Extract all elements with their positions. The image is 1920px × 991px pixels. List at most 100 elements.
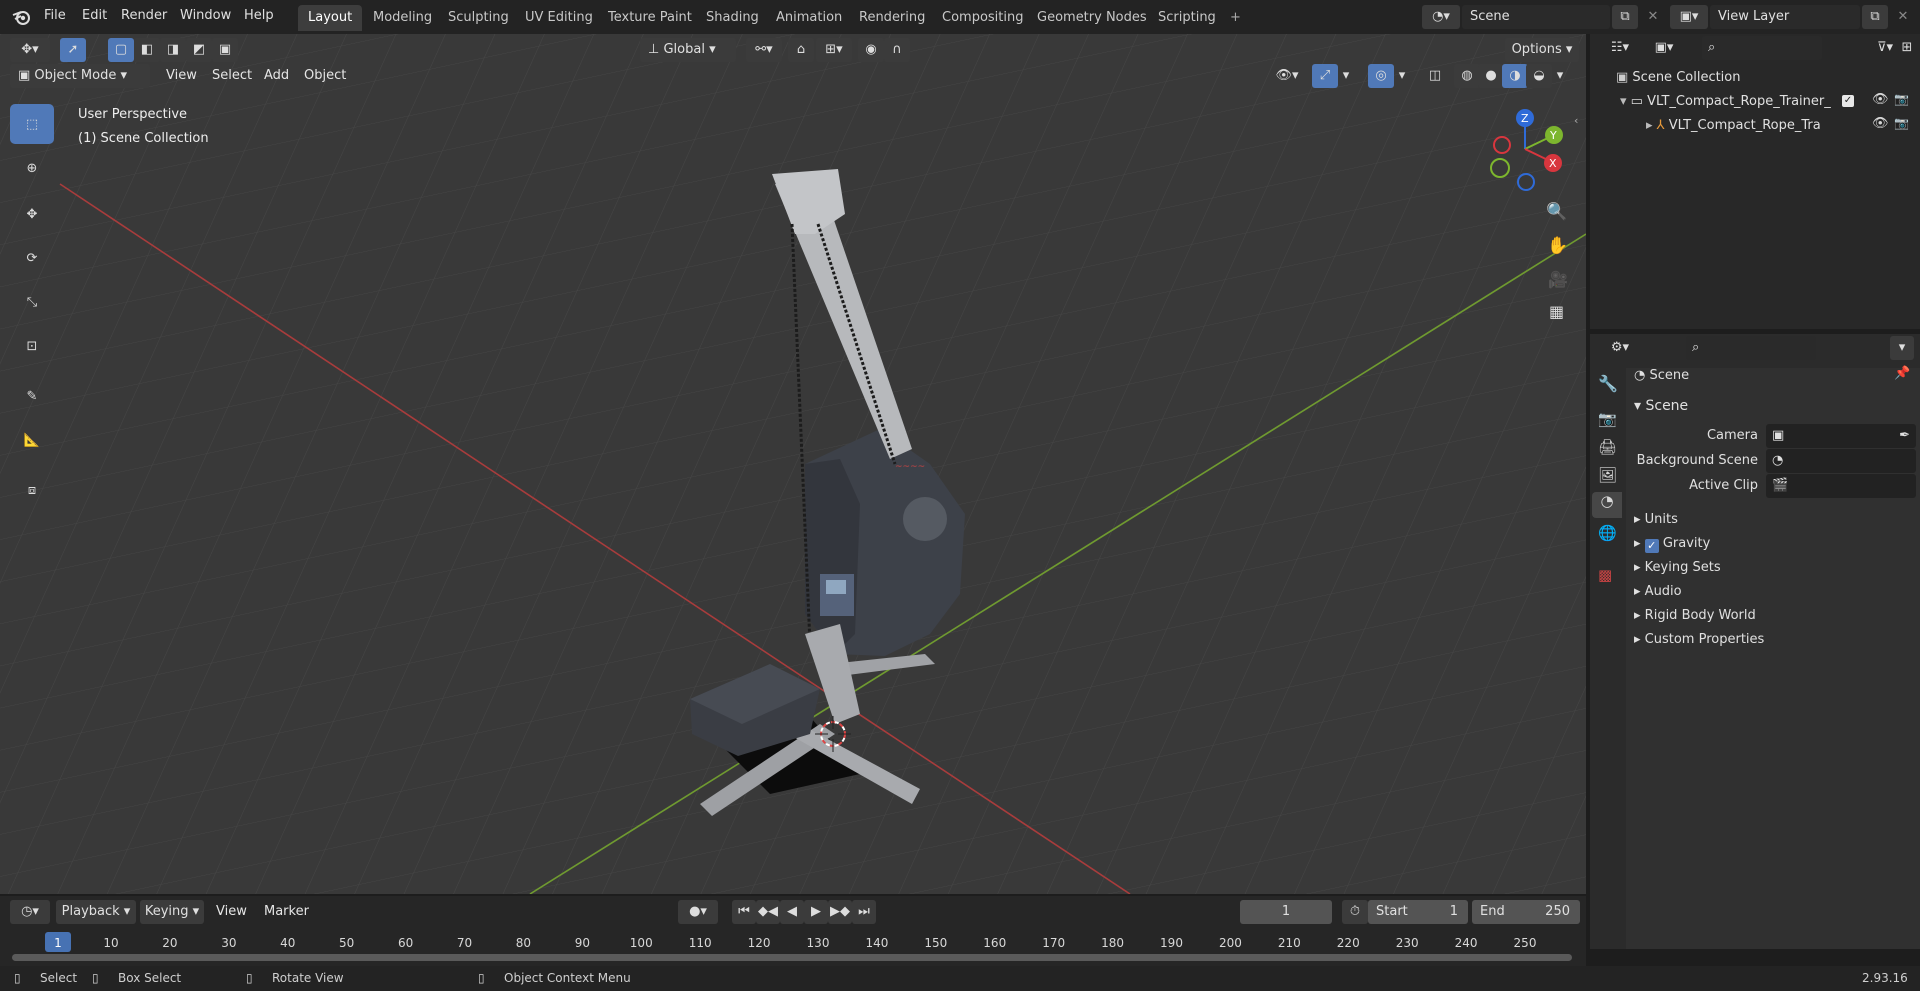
play-reverse-icon[interactable]: ◀ [780,900,804,924]
tool-transform[interactable]: ⊡ [10,326,54,366]
menu-add[interactable]: Add [256,64,297,88]
tab-layout[interactable]: Layout [298,5,363,31]
tab-texture[interactable]: ▩ [1598,566,1612,584]
box-select-new-icon[interactable]: ▢ [108,38,134,62]
panel-scene-header[interactable]: ▾ Scene [1634,394,1914,418]
panel-custom-properties[interactable]: ▸ Custom Properties [1634,628,1914,652]
pin-icon[interactable]: 📌 [1894,366,1910,381]
background-scene-field[interactable]: ◔ [1766,449,1916,473]
add-workspace-button[interactable]: + [1220,5,1251,31]
xray-toggle-icon[interactable]: ◫ [1422,64,1448,88]
outliner-item-object[interactable]: ▸ ⅄ VLT_Compact_Rope_Tra [1646,114,1866,138]
eyedropper-icon[interactable]: ✒ [1899,424,1910,448]
pivot-point-icon[interactable]: ⚯▾ [746,38,782,62]
exclude-checkbox[interactable]: ✓ [1842,95,1854,107]
camera-view-icon[interactable]: 🎥 [1548,270,1568,289]
tool-select-box[interactable]: ⬚ [10,104,54,144]
box-select-intersect-icon[interactable]: ▣ [212,38,238,62]
tab-animation[interactable]: Animation [766,5,852,31]
menu-help[interactable]: Help [244,0,274,34]
expand-arrow-icon[interactable]: ▾ [1620,94,1631,109]
tool-rotate[interactable]: ⟳ [10,238,54,278]
timeline-scrollbar[interactable] [12,954,1572,961]
menu-window[interactable]: Window [180,0,231,34]
menu-file[interactable]: File [44,0,66,34]
camera-field[interactable]: ▣ ✒ [1766,424,1916,448]
tab-scripting[interactable]: Scripting [1148,5,1226,31]
tab-compositing[interactable]: Compositing [932,5,1034,31]
ortho-toggle-icon[interactable]: ▦ [1549,302,1564,321]
shading-material-icon[interactable]: ◑ [1502,64,1528,88]
tab-sculpting[interactable]: Sculpting [438,5,519,31]
collection-visibility-icon[interactable]: 👁 [1872,92,1889,107]
transform-orientation-dropdown[interactable]: ⊥ Global ▾ [640,38,736,62]
view-layer-type-icon[interactable]: ▣▾ [1670,5,1708,29]
tab-world[interactable]: 🌐 [1598,524,1617,542]
box-select-extend-icon[interactable]: ◧ [134,38,160,62]
play-icon[interactable]: ▶ [804,900,828,924]
gizmo-dropdown-icon[interactable]: ▾ [1338,64,1354,88]
scene-copy-icon[interactable]: ⧉ [1612,5,1638,29]
menu-select[interactable]: Select [204,64,260,88]
object-render-icon[interactable]: 📷 [1894,116,1909,130]
tool-cursor[interactable]: ⊕ [10,148,54,188]
blender-logo-icon[interactable] [12,8,32,26]
start-frame-field[interactable]: Start 1 [1368,900,1468,924]
collection-render-icon[interactable]: 📷 [1894,92,1909,106]
active-clip-field[interactable]: 🎬 [1766,474,1916,498]
tool-move[interactable]: ✥ [10,194,54,234]
auto-key-icon[interactable]: ●▾ [678,900,718,924]
props-editor-type-icon[interactable]: ⚙▾ [1602,336,1638,360]
box-select-subtract-icon[interactable]: ◨ [160,38,186,62]
panel-rigid-body-world[interactable]: ▸ Rigid Body World [1634,604,1914,628]
menu-edit[interactable]: Edit [82,0,107,34]
proportional-falloff-icon[interactable]: ∩ [884,38,910,62]
timeline-marker-menu[interactable]: Marker [256,900,317,924]
editor-type-icon[interactable]: ✥▾ [10,38,50,62]
tab-uv-editing[interactable]: UV Editing [515,5,603,31]
view-layer-close-icon[interactable]: ✕ [1890,5,1916,29]
props-search-input[interactable]: ⌕ [1686,336,1816,360]
next-keyframe-icon[interactable]: ▶◆ [828,900,852,924]
view-layer-copy-icon[interactable]: ⧉ [1862,5,1888,29]
visibility-icon[interactable]: 👁▾ [1268,64,1306,88]
overlay-toggle-icon[interactable]: ◎ [1368,64,1394,88]
end-frame-field[interactable]: End 250 [1472,900,1580,924]
shading-dropdown-icon[interactable]: ▾ [1552,64,1568,88]
object-visibility-icon[interactable]: 👁 [1872,116,1889,131]
select-mode-icon[interactable]: ➚ [60,38,86,62]
playback-menu[interactable]: Playback ▾ [56,900,136,924]
menu-object[interactable]: Object [296,64,354,88]
scene-close-icon[interactable]: ✕ [1640,5,1666,29]
panel-keying-sets[interactable]: ▸ Keying Sets [1634,556,1914,580]
current-frame-field[interactable]: 1 [1240,900,1332,924]
3d-viewport[interactable]: ~~~~ ✥▾ ➚ ▢ ◧ ◨ ◩ ▣ ⊥ Global ▾ ⚯▾ ⌂ ⊞▾ ◉… [0,34,1586,894]
overlay-dropdown-icon[interactable]: ▾ [1394,64,1410,88]
jump-end-icon[interactable]: ⏭ [852,900,876,924]
preview-range-icon[interactable]: ⏱ [1342,900,1368,924]
tool-add-cube[interactable]: ⧈ [10,470,54,510]
snap-toggle-icon[interactable]: ⌂ [788,38,814,62]
tab-modeling[interactable]: Modeling [363,5,442,31]
tab-tool[interactable]: 🔧 [1598,374,1618,393]
outliner-search-input[interactable]: ⌕ [1702,36,1822,60]
outliner-editor-type-icon[interactable]: ☷▾ [1602,36,1638,60]
tab-render[interactable]: 📷 [1598,410,1617,428]
timeline-view-menu[interactable]: View [208,900,255,924]
navigation-gizmo[interactable]: Z Y X [1480,104,1570,194]
outliner-scene-collection[interactable]: ▣ Scene Collection [1616,66,1906,90]
menu-render[interactable]: Render [121,0,167,34]
options-dropdown[interactable]: Options ▾ [1505,38,1579,62]
prev-keyframe-icon[interactable]: ◆◀ [756,900,780,924]
scene-field[interactable]: Scene [1462,5,1610,29]
gravity-checkbox[interactable]: ✓ [1644,539,1659,553]
snap-target-icon[interactable]: ⊞▾ [816,38,852,62]
pan-hand-icon[interactable]: ✋ [1547,236,1568,256]
object-mode-dropdown[interactable]: ▣ Object Mode ▾ [10,64,150,88]
tool-scale[interactable]: ⤡ [10,282,54,322]
props-options-icon[interactable]: ▾ [1890,336,1914,360]
tab-view-layer[interactable]: 🖼 [1598,466,1617,484]
tool-measure[interactable]: 📐 [10,420,54,460]
shading-rendered-icon[interactable]: ◒ [1526,64,1552,88]
tool-annotate[interactable]: ✎ [10,376,54,416]
